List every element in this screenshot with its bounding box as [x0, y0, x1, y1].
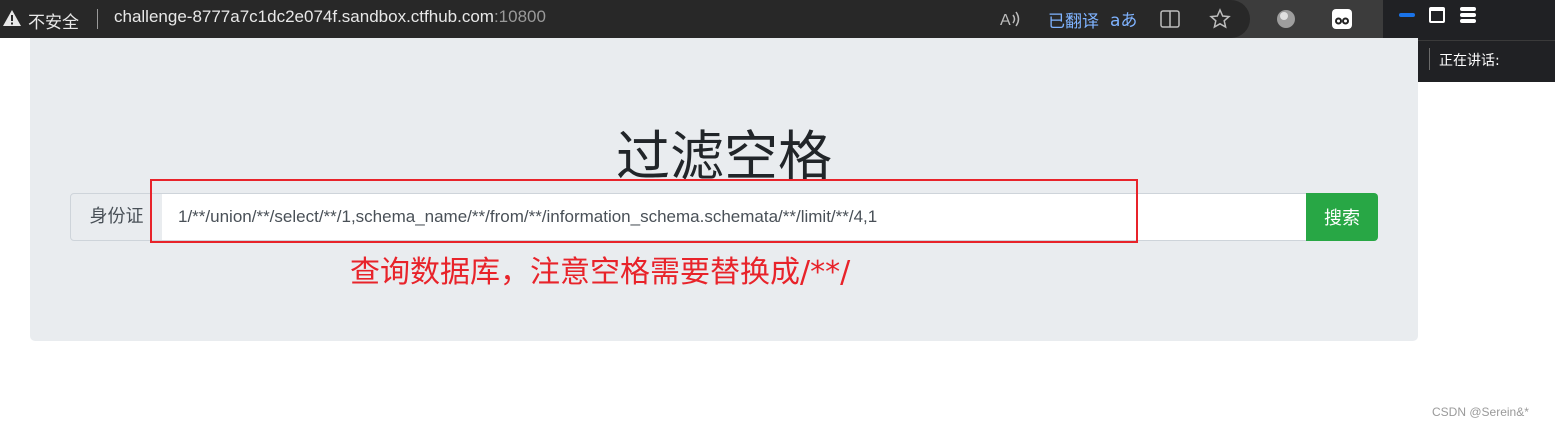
translated-label[interactable]: 已翻译 — [1048, 7, 1099, 32]
annotation-text: 查询数据库，注意空格需要替换成/**/ — [350, 255, 851, 290]
browser-toolbar: 不安全 challenge-8777a7c1dc2e074f.sandbox.c… — [0, 0, 1383, 38]
translate-icon[interactable]: aあ — [1110, 6, 1137, 31]
favorite-star-icon[interactable] — [1208, 7, 1232, 31]
extension-owl-icon[interactable] — [1329, 6, 1355, 32]
page-title: 过滤空格 — [616, 125, 832, 188]
security-status-label[interactable]: 不安全 — [28, 8, 79, 33]
restore-icon[interactable] — [1427, 5, 1447, 25]
extension-globe-icon[interactable] — [1273, 6, 1299, 32]
id-card-prefix: 身份证 — [70, 193, 163, 241]
id-input[interactable] — [162, 193, 1320, 241]
speaking-label: 正在讲话: — [1439, 53, 1500, 69]
url-port: :10800 — [493, 7, 546, 26]
menu-icon[interactable] — [1458, 5, 1478, 25]
url-host: challenge-8777a7c1dc2e074f.sandbox.ctfhu… — [114, 7, 494, 26]
search-button[interactable]: 搜索 — [1306, 193, 1378, 241]
address-bar[interactable]: 不安全 challenge-8777a7c1dc2e074f.sandbox.c… — [0, 0, 1250, 38]
panel-divider — [1429, 48, 1430, 70]
url-text[interactable]: challenge-8777a7c1dc2e074f.sandbox.ctfhu… — [114, 7, 546, 27]
address-divider — [97, 9, 98, 29]
watermark: CSDN @Serein&* — [1432, 405, 1529, 419]
minimize-icon[interactable] — [1397, 5, 1417, 25]
read-aloud-icon[interactable]: A — [998, 7, 1022, 31]
warning-icon[interactable] — [2, 8, 22, 28]
search-form: 身份证 搜索 — [70, 193, 1378, 241]
split-screen-icon[interactable] — [1158, 7, 1182, 31]
svg-text:A: A — [1000, 12, 1011, 29]
